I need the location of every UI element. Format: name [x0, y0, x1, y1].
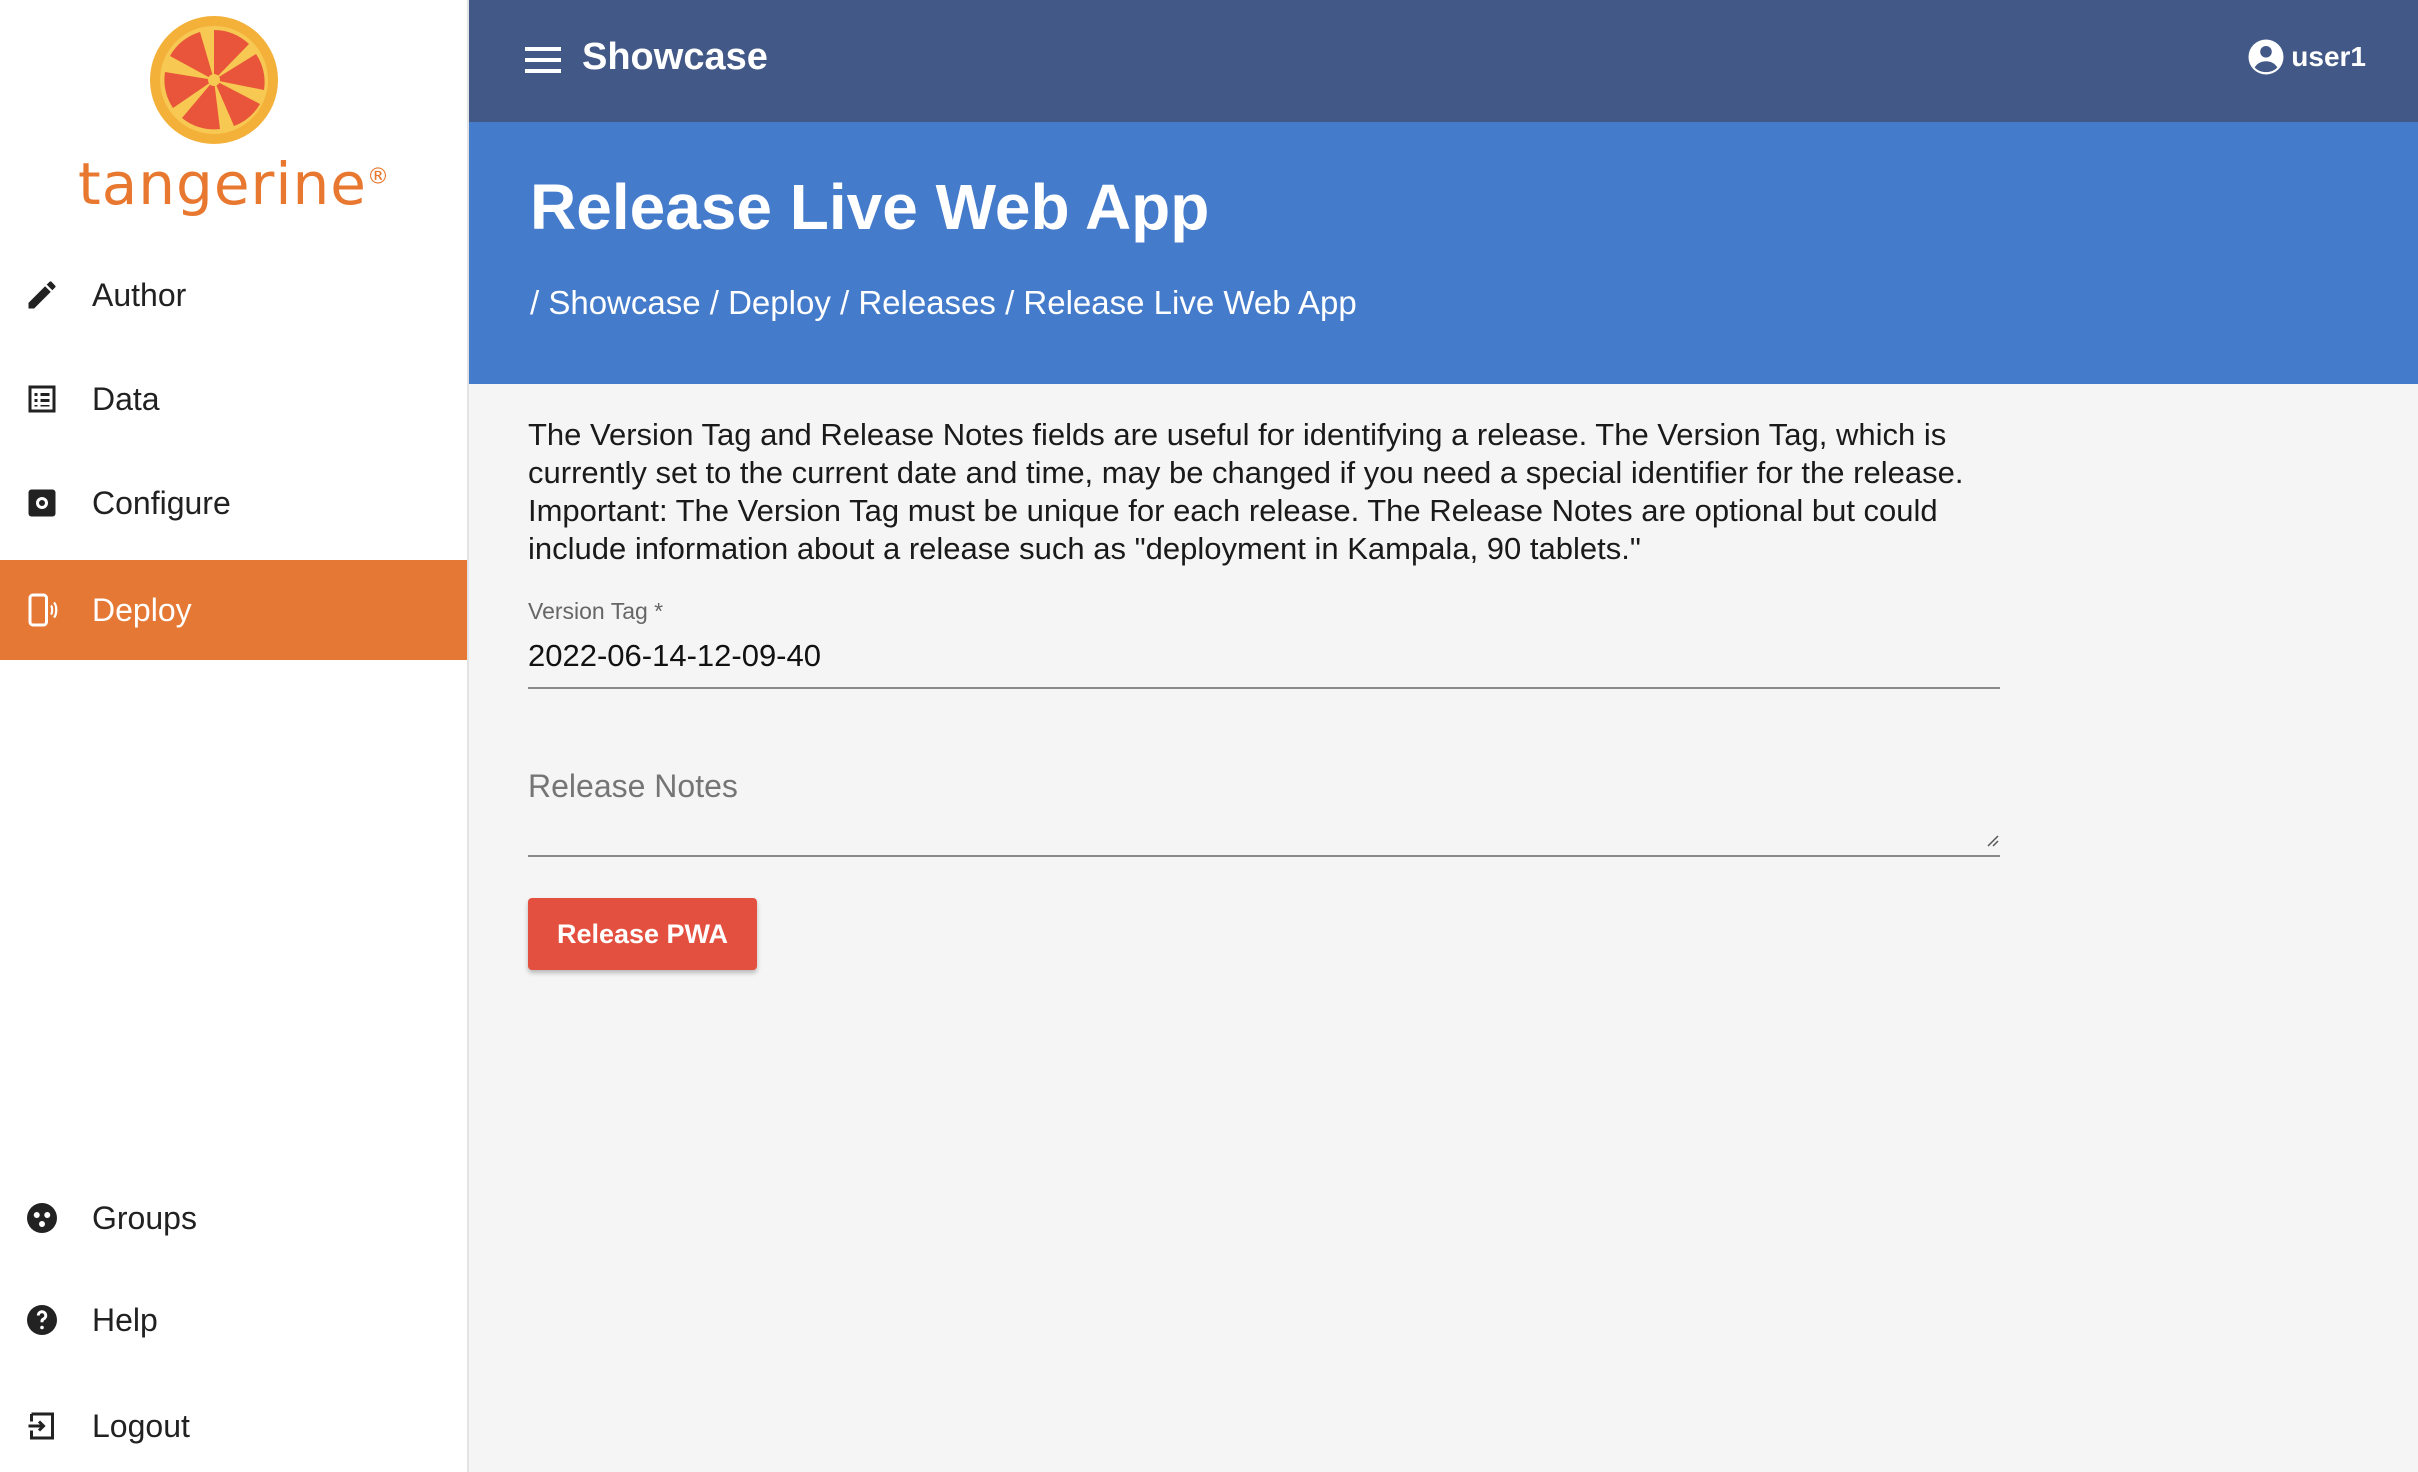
sidebar-item-logout[interactable]: Logout [0, 1376, 467, 1472]
list-icon [28, 385, 56, 413]
sidebar-item-label: Data [92, 380, 160, 417]
release-notes-input[interactable]: Release Notes [528, 768, 738, 805]
sidebar-item-label: Configure [92, 484, 231, 521]
main-content: The Version Tag and Release Notes fields… [469, 384, 2418, 1472]
pencil-icon [28, 281, 56, 309]
breadcrumb[interactable]: / Showcase / Deploy / Releases / Release… [530, 284, 1357, 322]
page-title: Release Live Web App [530, 171, 1210, 243]
app-title: Showcase [582, 36, 768, 78]
page-header: Release Live Web App / Showcase / Deploy… [469, 122, 2418, 384]
tangerine-logo[interactable]: tangerine® [70, 12, 400, 227]
sidebar-item-data[interactable]: Data [0, 349, 467, 449]
sidebar-item-configure[interactable]: Configure [0, 453, 467, 553]
user-menu[interactable]: user1 [2245, 36, 2366, 78]
menu-icon[interactable] [523, 43, 563, 77]
help-icon [27, 1305, 57, 1335]
version-tag-underline [528, 687, 2000, 689]
release-description: The Version Tag and Release Notes fields… [528, 417, 1964, 566]
sidebar-item-label: Groups [92, 1199, 197, 1236]
sidebar-item-label: Logout [92, 1407, 190, 1444]
sidebar-item-label: Author [92, 276, 187, 313]
sidebar-item-author[interactable]: Author [0, 245, 467, 345]
logout-icon [28, 1412, 54, 1440]
tangerine-logo-icon [150, 16, 278, 144]
sidebar-item-label: Deploy [92, 591, 192, 628]
version-tag-label: Version Tag * [528, 598, 664, 624]
mobile-device-icon [28, 593, 58, 627]
settings-icon [28, 489, 56, 517]
sidebar-item-deploy[interactable]: Deploy [0, 560, 467, 660]
resize-handle-icon[interactable] [1983, 831, 1999, 847]
sidebar-item-label: Help [92, 1301, 158, 1338]
top-app-bar: Showcase user1 [469, 0, 2418, 122]
release-pwa-button[interactable]: Release PWA [528, 898, 757, 970]
account-circle-icon [2248, 39, 2284, 75]
sidebar-item-groups[interactable]: Groups [0, 1168, 467, 1268]
release-notes-underline [528, 855, 2000, 857]
logo-wordmark: tangerine® [78, 150, 390, 218]
version-tag-input[interactable]: 2022-06-14-12-09-40 [528, 638, 821, 674]
sidebar-item-help[interactable]: Help [0, 1270, 467, 1370]
groups-icon [27, 1203, 57, 1233]
sidebar: tangerine® Author Data Configure Deploy … [0, 0, 469, 1472]
user-name: user1 [2291, 41, 2366, 72]
